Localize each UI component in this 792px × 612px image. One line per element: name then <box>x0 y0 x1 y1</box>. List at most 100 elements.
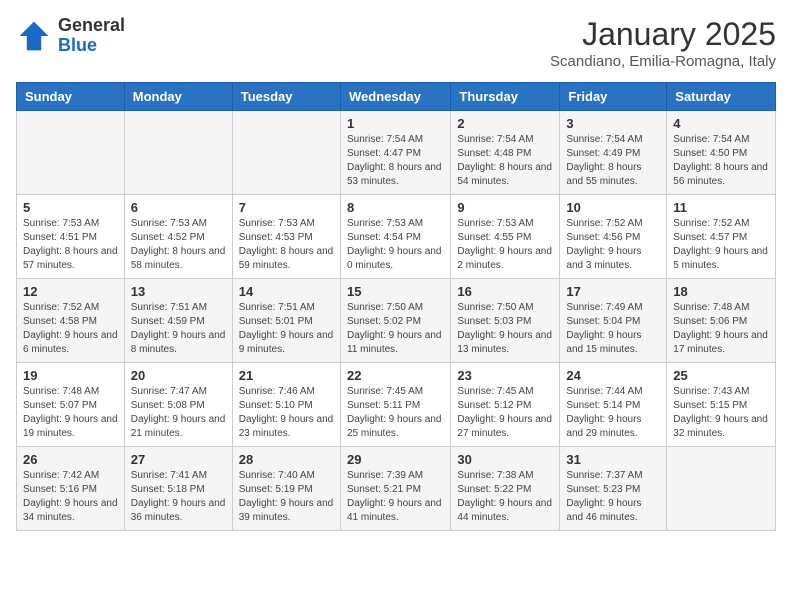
weekday-row: SundayMondayTuesdayWednesdayThursdayFrid… <box>17 83 776 111</box>
day-info: Sunrise: 7:48 AM Sunset: 5:07 PM Dayligh… <box>23 385 118 441</box>
day-info: Sunrise: 7:50 AM Sunset: 5:02 PM Dayligh… <box>347 301 444 357</box>
calendar-cell <box>17 111 125 195</box>
day-info: Sunrise: 7:46 AM Sunset: 5:10 PM Dayligh… <box>239 385 334 441</box>
day-number: 23 <box>457 368 553 383</box>
calendar-cell: 8 Sunrise: 7:53 AM Sunset: 4:54 PM Daylig… <box>340 195 450 279</box>
calendar-body: 1 Sunrise: 7:54 AM Sunset: 4:47 PM Daylig… <box>17 111 776 531</box>
calendar-week-row: 5 Sunrise: 7:53 AM Sunset: 4:51 PM Daylig… <box>17 195 776 279</box>
day-info: Sunrise: 7:42 AM Sunset: 5:16 PM Dayligh… <box>23 469 118 525</box>
day-info: Sunrise: 7:53 AM Sunset: 4:51 PM Dayligh… <box>23 217 118 273</box>
day-info: Sunrise: 7:54 AM Sunset: 4:48 PM Dayligh… <box>457 133 553 189</box>
header: General Blue January 2025 Scandiano, Emi… <box>16 16 776 70</box>
location-subtitle: Scandiano, Emilia-Romagna, Italy <box>550 53 776 70</box>
calendar-cell: 4 Sunrise: 7:54 AM Sunset: 4:50 PM Daylig… <box>667 111 776 195</box>
day-number: 24 <box>566 368 660 383</box>
weekday-header-thursday: Thursday <box>451 83 560 111</box>
day-info: Sunrise: 7:48 AM Sunset: 5:06 PM Dayligh… <box>673 301 769 357</box>
calendar-cell: 24 Sunrise: 7:44 AM Sunset: 5:14 PM Dayli… <box>560 363 667 447</box>
calendar-week-row: 26Sunrise: 7:42 AM Sunset: 5:16 PM Dayli… <box>17 447 776 531</box>
day-number: 29 <box>347 452 444 467</box>
day-number: 25 <box>673 368 769 383</box>
calendar-cell: 13 Sunrise: 7:51 AM Sunset: 4:59 PM Dayli… <box>124 279 232 363</box>
day-info: Sunrise: 7:54 AM Sunset: 4:49 PM Dayligh… <box>566 133 660 189</box>
calendar-week-row: 12 Sunrise: 7:52 AM Sunset: 4:58 PM Dayli… <box>17 279 776 363</box>
day-info: Sunrise: 7:54 AM Sunset: 4:50 PM Dayligh… <box>673 133 769 189</box>
calendar-cell: 10 Sunrise: 7:52 AM Sunset: 4:56 PM Dayli… <box>560 195 667 279</box>
calendar-cell: 28 Sunrise: 7:40 AM Sunset: 5:19 PM Dayli… <box>232 447 340 531</box>
weekday-header-tuesday: Tuesday <box>232 83 340 111</box>
calendar-week-row: 19 Sunrise: 7:48 AM Sunset: 5:07 PM Dayli… <box>17 363 776 447</box>
day-number: 2 <box>457 116 553 131</box>
day-number: 14 <box>239 284 334 299</box>
calendar-cell: 11Sunrise: 7:52 AM Sunset: 4:57 PM Dayli… <box>667 195 776 279</box>
day-number: 12 <box>23 284 118 299</box>
calendar-cell: 17Sunrise: 7:49 AM Sunset: 5:04 PM Dayli… <box>560 279 667 363</box>
calendar-cell: 15 Sunrise: 7:50 AM Sunset: 5:02 PM Dayli… <box>340 279 450 363</box>
day-info: Sunrise: 7:47 AM Sunset: 5:08 PM Dayligh… <box>131 385 226 441</box>
day-number: 16 <box>457 284 553 299</box>
day-number: 10 <box>566 200 660 215</box>
calendar-cell: 14 Sunrise: 7:51 AM Sunset: 5:01 PM Dayli… <box>232 279 340 363</box>
weekday-header-sunday: Sunday <box>17 83 125 111</box>
day-info: Sunrise: 7:54 AM Sunset: 4:47 PM Dayligh… <box>347 133 444 189</box>
weekday-header-monday: Monday <box>124 83 232 111</box>
weekday-header-wednesday: Wednesday <box>340 83 450 111</box>
day-info: Sunrise: 7:51 AM Sunset: 4:59 PM Dayligh… <box>131 301 226 357</box>
day-info: Sunrise: 7:52 AM Sunset: 4:58 PM Dayligh… <box>23 301 118 357</box>
day-number: 28 <box>239 452 334 467</box>
day-info: Sunrise: 7:53 AM Sunset: 4:55 PM Dayligh… <box>457 217 553 273</box>
day-info: Sunrise: 7:53 AM Sunset: 4:54 PM Dayligh… <box>347 217 444 273</box>
day-number: 18 <box>673 284 769 299</box>
day-number: 5 <box>23 200 118 215</box>
title-area: January 2025 Scandiano, Emilia-Romagna, … <box>550 16 776 70</box>
calendar-cell: 16 Sunrise: 7:50 AM Sunset: 5:03 PM Dayli… <box>451 279 560 363</box>
logo-blue: Blue <box>58 36 125 56</box>
day-info: Sunrise: 7:51 AM Sunset: 5:01 PM Dayligh… <box>239 301 334 357</box>
weekday-header-friday: Friday <box>560 83 667 111</box>
day-number: 13 <box>131 284 226 299</box>
day-number: 11 <box>673 200 769 215</box>
calendar-cell: 3 Sunrise: 7:54 AM Sunset: 4:49 PM Daylig… <box>560 111 667 195</box>
day-number: 4 <box>673 116 769 131</box>
day-info: Sunrise: 7:53 AM Sunset: 4:52 PM Dayligh… <box>131 217 226 273</box>
day-number: 17 <box>566 284 660 299</box>
calendar-cell <box>232 111 340 195</box>
calendar-cell: 19 Sunrise: 7:48 AM Sunset: 5:07 PM Dayli… <box>17 363 125 447</box>
calendar-cell: 26Sunrise: 7:42 AM Sunset: 5:16 PM Dayli… <box>17 447 125 531</box>
day-number: 31 <box>566 452 660 467</box>
month-title: January 2025 <box>550 16 776 53</box>
calendar-cell: 6 Sunrise: 7:53 AM Sunset: 4:52 PM Daylig… <box>124 195 232 279</box>
calendar-cell: 21 Sunrise: 7:46 AM Sunset: 5:10 PM Dayli… <box>232 363 340 447</box>
day-info: Sunrise: 7:53 AM Sunset: 4:53 PM Dayligh… <box>239 217 334 273</box>
calendar-cell: 5 Sunrise: 7:53 AM Sunset: 4:51 PM Daylig… <box>17 195 125 279</box>
calendar-cell: 27 Sunrise: 7:41 AM Sunset: 5:18 PM Dayli… <box>124 447 232 531</box>
logo: General Blue <box>16 16 125 56</box>
weekday-header-saturday: Saturday <box>667 83 776 111</box>
day-number: 27 <box>131 452 226 467</box>
day-info: Sunrise: 7:50 AM Sunset: 5:03 PM Dayligh… <box>457 301 553 357</box>
day-number: 9 <box>457 200 553 215</box>
logo-icon <box>16 18 52 54</box>
day-info: Sunrise: 7:39 AM Sunset: 5:21 PM Dayligh… <box>347 469 444 525</box>
day-number: 7 <box>239 200 334 215</box>
calendar-cell: 25 Sunrise: 7:43 AM Sunset: 5:15 PM Dayli… <box>667 363 776 447</box>
day-number: 19 <box>23 368 118 383</box>
day-number: 3 <box>566 116 660 131</box>
day-number: 15 <box>347 284 444 299</box>
day-info: Sunrise: 7:45 AM Sunset: 5:11 PM Dayligh… <box>347 385 444 441</box>
calendar-cell: 30Sunrise: 7:38 AM Sunset: 5:22 PM Dayli… <box>451 447 560 531</box>
calendar-cell: 22Sunrise: 7:45 AM Sunset: 5:11 PM Dayli… <box>340 363 450 447</box>
day-number: 8 <box>347 200 444 215</box>
day-info: Sunrise: 7:52 AM Sunset: 4:56 PM Dayligh… <box>566 217 660 273</box>
calendar-cell: 20 Sunrise: 7:47 AM Sunset: 5:08 PM Dayli… <box>124 363 232 447</box>
day-info: Sunrise: 7:40 AM Sunset: 5:19 PM Dayligh… <box>239 469 334 525</box>
day-number: 1 <box>347 116 444 131</box>
day-info: Sunrise: 7:41 AM Sunset: 5:18 PM Dayligh… <box>131 469 226 525</box>
day-number: 21 <box>239 368 334 383</box>
calendar-cell: 29 Sunrise: 7:39 AM Sunset: 5:21 PM Dayli… <box>340 447 450 531</box>
day-info: Sunrise: 7:43 AM Sunset: 5:15 PM Dayligh… <box>673 385 769 441</box>
calendar-cell: 1 Sunrise: 7:54 AM Sunset: 4:47 PM Daylig… <box>340 111 450 195</box>
day-number: 20 <box>131 368 226 383</box>
day-number: 6 <box>131 200 226 215</box>
day-info: Sunrise: 7:44 AM Sunset: 5:14 PM Dayligh… <box>566 385 660 441</box>
